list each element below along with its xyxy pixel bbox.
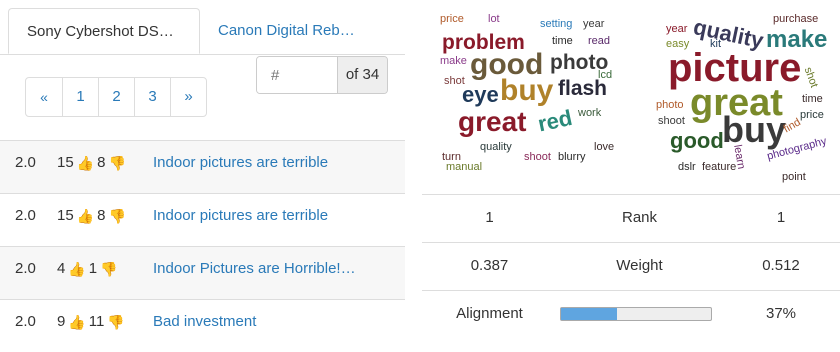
votes: 15 👍 8 👎 [57, 141, 126, 185]
cloud-word: manual [446, 161, 483, 173]
thumbs-down-icon[interactable]: 👎 [107, 300, 124, 344]
upvote-count: 15 [57, 207, 74, 224]
downvote-count: 1 [88, 260, 98, 277]
cloud-word: great [458, 106, 527, 137]
page-3-button[interactable]: 3 [134, 78, 170, 116]
thumbs-up-icon[interactable]: 👍 [77, 141, 94, 185]
thumbs-up-icon[interactable]: 👍 [77, 194, 94, 238]
downvote-count: 8 [97, 154, 106, 171]
cloud-word: shoot [658, 115, 685, 127]
cloud-word: time [802, 93, 823, 105]
review-title-link[interactable]: Bad investment [153, 300, 256, 344]
page-count-label: of 34 [337, 57, 387, 93]
cloud-word: red [535, 104, 575, 137]
cloud-word: point [782, 171, 806, 183]
cloud-word: shot [801, 65, 821, 90]
comparison-stats: 1 Rank 1 0.387 Weight 0.512 Alignment 37… [422, 194, 840, 338]
thumbs-up-icon[interactable]: 👍 [68, 247, 85, 291]
cloud-word: shoot [524, 151, 551, 163]
cloud-word: year [583, 18, 605, 30]
page-number-input[interactable] [257, 57, 337, 93]
cloud-word: photo [656, 99, 684, 111]
review-title-link[interactable]: Indoor pictures are terrible [153, 194, 328, 238]
first-page-button[interactable]: « [26, 78, 62, 116]
rank-left-value: 1 [485, 209, 494, 226]
cloud-word: year [666, 23, 688, 35]
next-page-button[interactable]: » [170, 78, 206, 116]
weight-row: 0.387 Weight 0.512 [422, 242, 840, 290]
thumbs-down-icon[interactable]: 👎 [100, 247, 117, 291]
cloud-word: dslr [678, 161, 696, 173]
thumbs-up-icon[interactable]: 👍 [68, 300, 85, 344]
page-jump: of 34 [256, 56, 388, 94]
cloud-word: time [552, 35, 573, 47]
upvote-count: 9 [57, 313, 66, 330]
cloud-word: read [588, 35, 611, 47]
cloud-word: lot [488, 13, 500, 25]
downvote-count: 8 [97, 207, 106, 224]
rank-row: 1 Rank 1 [422, 194, 840, 242]
cloud-word: love [594, 141, 615, 153]
word-cloud-left: price lot setting year problem time read make go… [440, 14, 645, 194]
review-title-link[interactable]: Indoor Pictures are Horrible!… [153, 247, 356, 291]
weight-label: Weight [616, 257, 663, 274]
alignment-value: 37% [765, 305, 797, 322]
cloud-word: feature [702, 161, 737, 173]
cloud-word: price [440, 13, 464, 25]
cloud-word: make [440, 55, 467, 67]
votes: 4 👍 1 👎 [57, 247, 118, 291]
product-tabs: Sony Cybershot DS… Canon Digital Reb… [0, 0, 405, 55]
votes: 15 👍 8 👎 [57, 194, 126, 238]
cloud-word: buy [500, 74, 554, 107]
cloud-word: eye [462, 82, 499, 107]
thumbs-down-icon[interactable]: 👎 [108, 194, 125, 238]
downvote-count: 11 [88, 313, 105, 330]
cloud-word: setting [540, 18, 573, 30]
thumbs-down-icon[interactable]: 👎 [108, 141, 125, 185]
cloud-word: blurry [558, 151, 586, 163]
review-score: 2.0 [15, 207, 36, 224]
review-score: 2.0 [15, 313, 36, 330]
review-row: 2.0 15 👍 8 👎 Indoor pictures are terrible [0, 140, 405, 193]
cloud-word: buy [722, 109, 787, 150]
review-row: 2.0 9 👍 11 👎 Bad investment [0, 299, 405, 352]
upvote-count: 15 [57, 154, 74, 171]
cloud-word: good [670, 128, 724, 153]
rank-right-value: 1 [776, 209, 786, 226]
review-score: 2.0 [15, 260, 36, 277]
word-cloud-right: year quality purchase easy kit make picture sho… [650, 14, 840, 194]
cloud-word: flash [558, 77, 608, 100]
page-2-button[interactable]: 2 [98, 78, 134, 116]
cloud-word: work [578, 107, 602, 119]
alignment-row: Alignment 37% [422, 290, 840, 338]
upvote-count: 4 [57, 260, 66, 277]
cloud-word: purchase [773, 13, 819, 25]
review-score: 2.0 [15, 154, 36, 171]
weight-right-value: 0.512 [762, 257, 800, 274]
cloud-word: price [800, 109, 824, 121]
rank-label: Rank [621, 209, 658, 226]
votes: 9 👍 11 👎 [57, 300, 125, 344]
tab-sony[interactable]: Sony Cybershot DS… [8, 8, 200, 54]
alignment-progress-bar [560, 307, 712, 321]
alignment-label: Alignment [456, 305, 523, 322]
alignment-progress-fill [561, 308, 617, 320]
pagination: « 1 2 3 » [25, 77, 207, 117]
page-1-button[interactable]: 1 [62, 78, 98, 116]
review-list: 2.0 15 👍 8 👎 Indoor pictures are terrible … [0, 140, 405, 352]
weight-left-value: 0.387 [470, 257, 509, 274]
review-title-link[interactable]: Indoor pictures are terrible [153, 141, 328, 185]
tab-canon[interactable]: Canon Digital Reb… [200, 8, 405, 54]
review-row: 2.0 4 👍 1 👎 Indoor Pictures are Horrible!… [0, 246, 405, 299]
review-row: 2.0 15 👍 8 👎 Indoor pictures are terrible [0, 193, 405, 246]
cloud-word: quality [480, 141, 512, 153]
